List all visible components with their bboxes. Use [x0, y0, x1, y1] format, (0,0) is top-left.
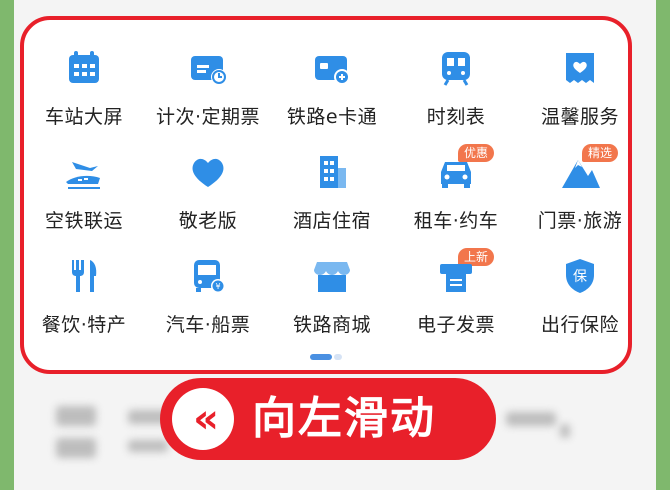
service-label: 电子发票: [416, 314, 495, 336]
service-air-rail[interactable]: 空铁联运: [22, 152, 146, 242]
service-food-specialty[interactable]: 餐饮·特产: [22, 256, 146, 346]
service-label: 时刻表: [426, 106, 486, 128]
fork-knife-icon: [64, 256, 104, 296]
service-label: 温馨服务: [540, 106, 619, 128]
heart-ticket-icon: [560, 48, 600, 88]
ticket-card-icon: [188, 48, 228, 88]
swipe-instruction: 向左滑动: [252, 393, 436, 444]
service-timetable[interactable]: 时刻表: [394, 48, 518, 138]
service-rail-ecard[interactable]: 铁路e卡通: [270, 48, 394, 138]
plane-train-icon: [64, 152, 104, 192]
service-label: 汽车·船票: [165, 314, 251, 336]
service-rail-mall[interactable]: 铁路商城: [270, 256, 394, 346]
service-senior-mode[interactable]: 敬老版: [146, 152, 270, 242]
service-label: 餐饮·特产: [41, 314, 127, 336]
service-label: 门票·旅游: [537, 210, 623, 232]
swipe-left-banner[interactable]: « 向左滑动: [160, 378, 496, 460]
service-label: 车站大屏: [44, 106, 123, 128]
double-chevron-left-icon: «: [172, 388, 234, 450]
service-e-invoice[interactable]: 上新 电子发票: [394, 248, 518, 346]
service-label: 计次·定期票: [155, 106, 261, 128]
printer-icon: [436, 256, 476, 296]
bus-icon: ¥: [188, 256, 228, 296]
service-label: 铁路e卡通: [286, 106, 378, 128]
building-icon: [312, 152, 352, 192]
service-label: 铁路商城: [292, 314, 371, 336]
heart-icon: [188, 152, 228, 192]
store-icon: [312, 256, 352, 296]
service-label: 空铁联运: [44, 210, 123, 232]
service-hotel[interactable]: 酒店住宿: [270, 152, 394, 242]
car-icon: [436, 152, 476, 192]
page-indicator-inactive: [334, 354, 342, 360]
train-front-icon: [436, 48, 476, 88]
service-bus-ferry[interactable]: ¥ 汽车·船票: [146, 256, 270, 346]
service-station-screen[interactable]: 车站大屏: [22, 48, 146, 138]
service-tickets-travel[interactable]: 精选 门票·旅游: [518, 144, 642, 242]
service-count-ticket[interactable]: 计次·定期票: [146, 48, 270, 138]
page-indicator-active: [310, 354, 332, 360]
service-label: 租车·约车: [413, 210, 499, 232]
svg-text:¥: ¥: [215, 282, 220, 291]
service-label: 敬老版: [178, 210, 238, 232]
service-warm-service[interactable]: 温馨服务: [518, 48, 642, 138]
calendar-icon: [64, 48, 104, 88]
service-label: 出行保险: [540, 314, 619, 336]
service-label: 酒店住宿: [292, 210, 371, 232]
service-car-rental[interactable]: 优惠 租车·约车: [394, 144, 518, 242]
rail-card-icon: [312, 48, 352, 88]
shield-label: 保: [573, 269, 587, 285]
service-travel-insurance[interactable]: 保 出行保险: [518, 256, 642, 346]
shield-icon: 保: [560, 256, 600, 296]
mountain-icon: [560, 152, 600, 192]
